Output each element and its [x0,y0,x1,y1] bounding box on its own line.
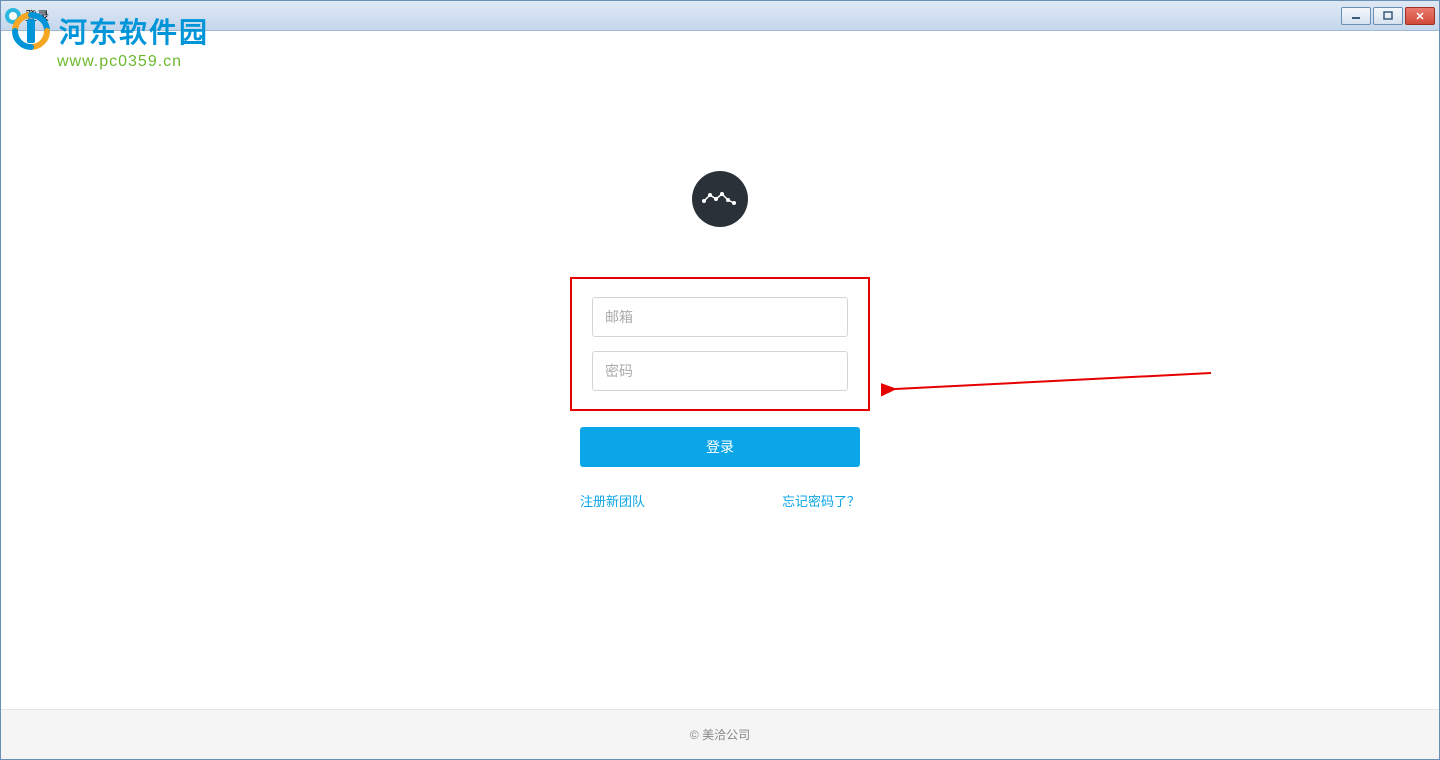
close-icon [1414,11,1426,21]
window-frame: 登录 [0,0,1440,760]
password-field[interactable] [592,351,848,391]
titlebar-left: 登录 [5,7,49,24]
annotation-arrow-icon [881,367,1221,407]
register-link[interactable]: 注册新团队 [580,491,645,510]
input-highlight-box [570,277,870,411]
close-button[interactable] [1405,7,1435,25]
forgot-password-link[interactable]: 忘记密码了？ [782,491,860,510]
maximize-button[interactable] [1373,7,1403,25]
login-button[interactable]: 登录 [580,427,860,467]
footer: © 美洽公司 [1,709,1439,759]
app-logo [692,171,748,227]
titlebar: 登录 [1,1,1439,31]
maximize-icon [1382,11,1394,21]
app-icon [5,8,21,24]
copyright-text: © 美洽公司 [690,726,750,743]
login-container: 登录 注册新团队 忘记密码了？ [570,171,870,510]
email-field[interactable] [592,297,848,337]
chain-icon [700,189,740,209]
window-controls [1341,7,1435,25]
minimize-icon [1350,11,1362,21]
window-title: 登录 [25,7,49,24]
content-area: 登录 注册新团队 忘记密码了？ © 美洽公司 [1,31,1439,759]
links-row: 注册新团队 忘记密码了？ [580,491,860,510]
minimize-button[interactable] [1341,7,1371,25]
